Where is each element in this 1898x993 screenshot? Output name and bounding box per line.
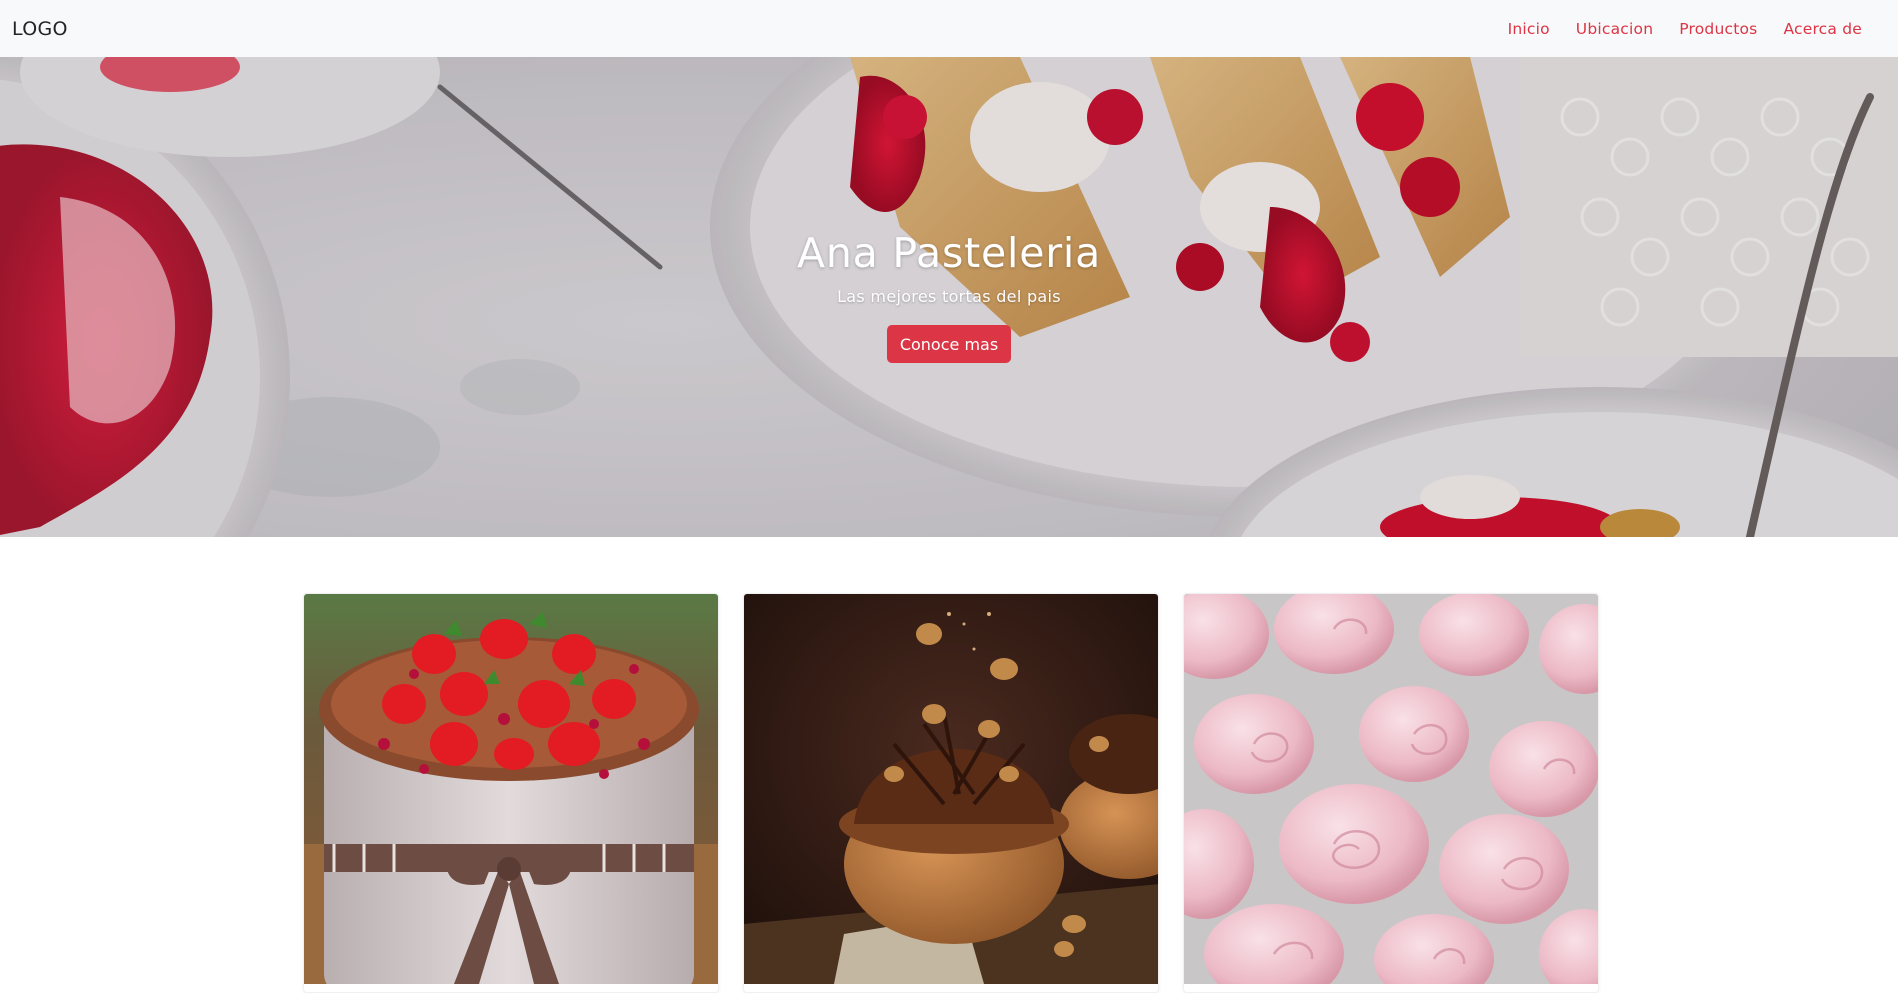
product-card[interactable] [743,593,1159,993]
hero-subtitle: Las mejores tortas del pais [837,287,1061,306]
pink-meringue-image [1184,594,1598,984]
hero-content: Ana Pasteleria Las mejores tortas del pa… [0,57,1898,537]
nav-link-acerca-de[interactable]: Acerca de [1770,12,1875,46]
logo[interactable]: LOGO [12,18,68,40]
nav-link-productos[interactable]: Productos [1666,12,1770,46]
product-card[interactable] [303,593,719,993]
product-card[interactable] [1183,593,1599,993]
nav-links: Inicio Ubicacion Productos Acerca de [1495,12,1875,46]
chocolate-puff-image [744,594,1158,984]
hero-title: Ana Pasteleria [796,229,1102,277]
nav-link-inicio[interactable]: Inicio [1495,12,1563,46]
hero-section: Ana Pasteleria Las mejores tortas del pa… [0,57,1898,537]
navbar: LOGO Inicio Ubicacion Productos Acerca d… [0,0,1898,57]
strawberry-cake-image [304,594,718,984]
conoce-mas-button[interactable]: Conoce mas [886,325,1012,363]
nav-link-ubicacion[interactable]: Ubicacion [1563,12,1666,46]
product-cards [0,583,1898,993]
